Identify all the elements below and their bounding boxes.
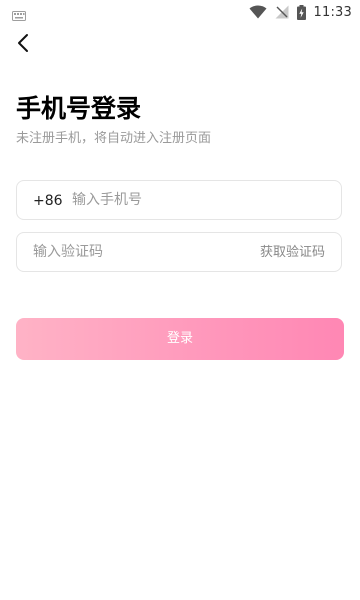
keyboard-icon bbox=[12, 6, 26, 25]
page-title: 手机号登录 bbox=[16, 94, 142, 123]
status-bar: 11:33 bbox=[0, 0, 360, 24]
wifi-icon bbox=[249, 5, 267, 19]
phone-input[interactable] bbox=[72, 181, 322, 219]
login-screen: 11:33 手机号登录 未注册手机，将自动进入注册页面 +86 获取验证码 登录 bbox=[0, 0, 360, 600]
page-subtitle: 未注册手机，将自动进入注册页面 bbox=[16, 131, 212, 146]
status-icons: 11:33 bbox=[249, 3, 352, 21]
get-code-button[interactable]: 获取验证码 bbox=[260, 243, 325, 263]
verification-code-field[interactable]: 获取验证码 bbox=[16, 232, 342, 272]
country-code[interactable]: +86 bbox=[33, 191, 63, 211]
phone-field[interactable]: +86 bbox=[16, 180, 342, 220]
chevron-left-icon bbox=[12, 31, 36, 55]
status-time: 11:33 bbox=[313, 4, 352, 20]
battery-charging-icon bbox=[296, 4, 306, 20]
signal-icon bbox=[275, 5, 289, 19]
login-button[interactable]: 登录 bbox=[16, 318, 344, 360]
back-button[interactable] bbox=[12, 31, 36, 55]
verification-code-input[interactable] bbox=[33, 233, 233, 271]
